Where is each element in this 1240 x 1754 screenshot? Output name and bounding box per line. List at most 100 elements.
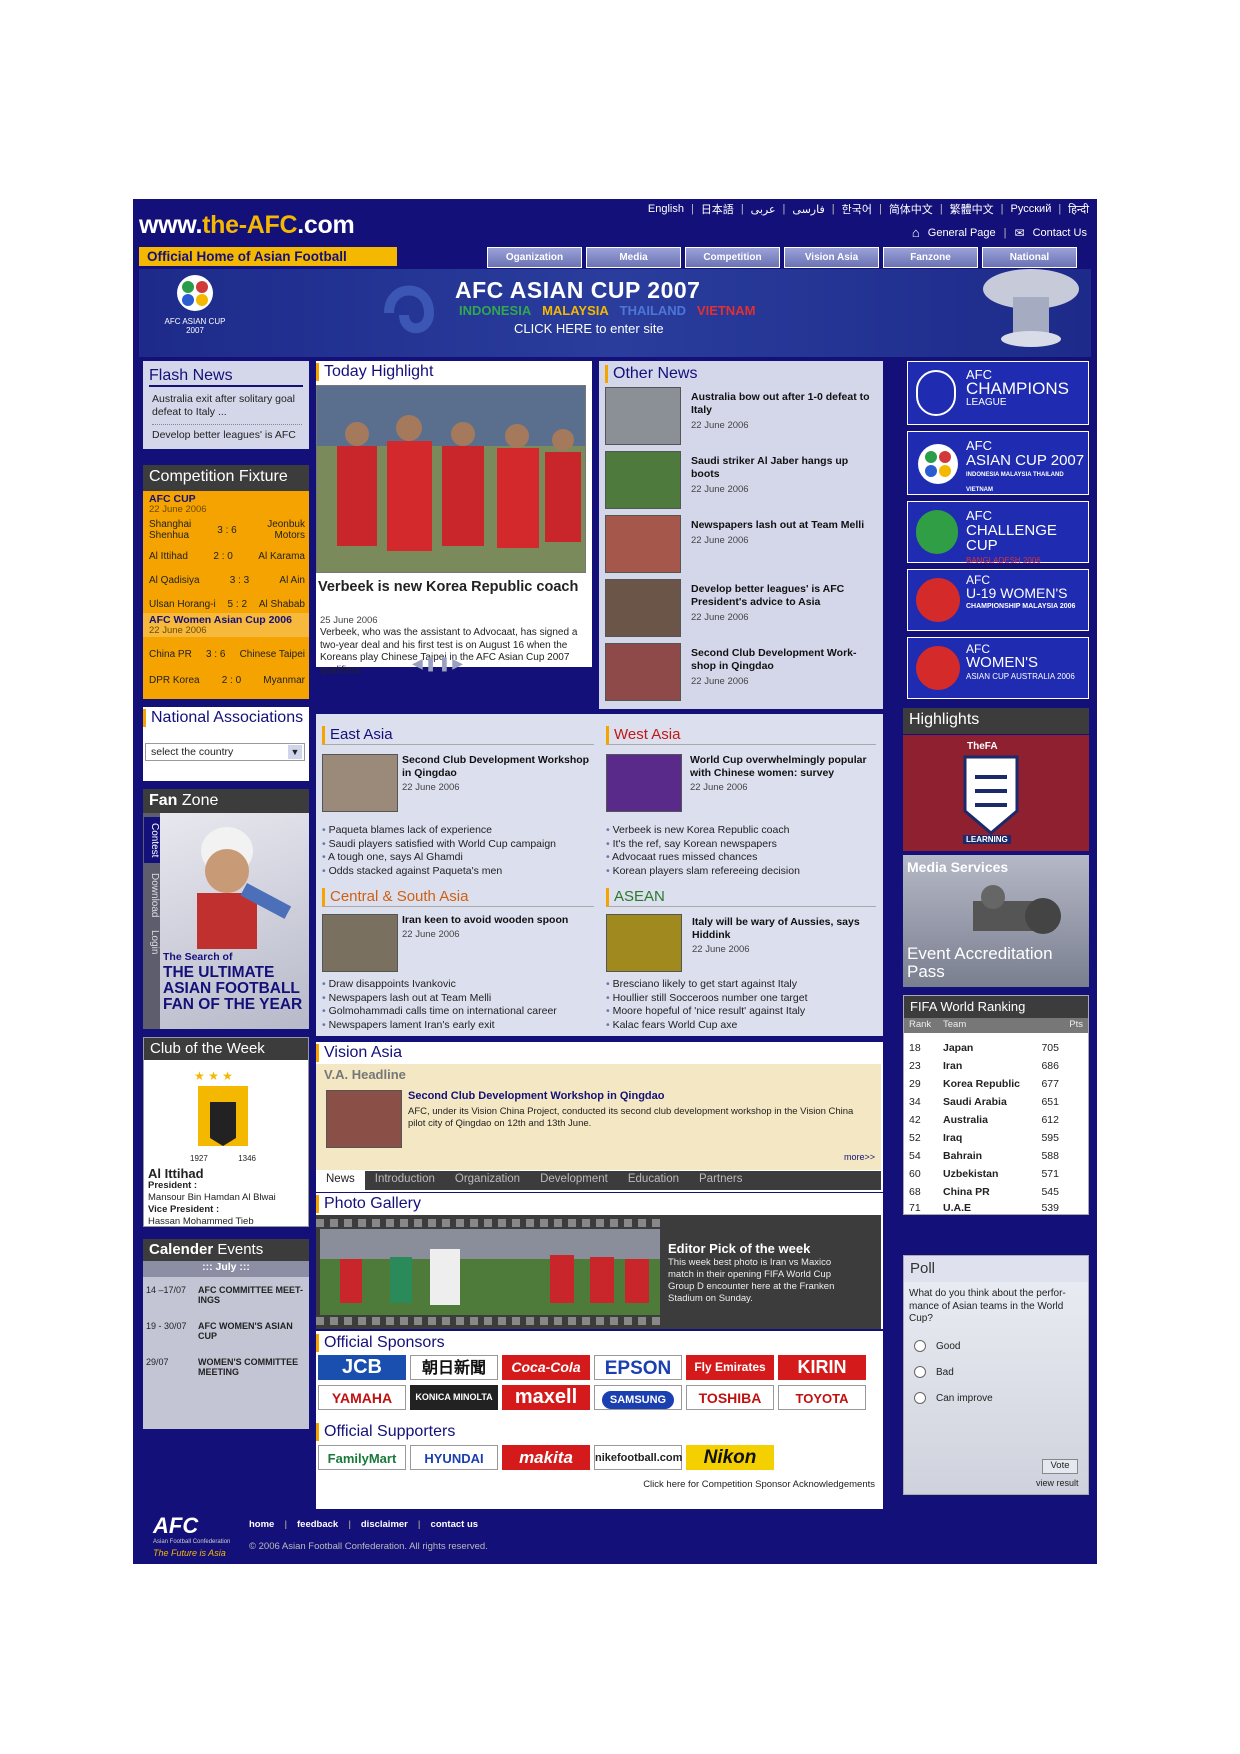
news-thumbnail[interactable]: [605, 515, 681, 573]
contact-us-link[interactable]: Contact Us: [1033, 227, 1087, 239]
region-news-item[interactable]: Saudi players satisfied with World Cup c…: [322, 838, 594, 852]
footer-home-link[interactable]: home: [249, 1519, 274, 1530]
tab-download[interactable]: Download: [144, 867, 160, 923]
u19-womens-logo[interactable]: AFC U-19 WOMEN'S CHAMPIONSHIP MALAYSIA 200…: [907, 569, 1089, 631]
sponsor-yamaha[interactable]: YAMAHA: [318, 1385, 406, 1410]
footer-contact-link[interactable]: contact us: [431, 1519, 479, 1530]
radio-can-improve[interactable]: [914, 1392, 926, 1404]
sponsor-asahi[interactable]: 朝日新聞: [410, 1355, 498, 1380]
next-icon[interactable]: ▶: [452, 655, 465, 671]
nav-media[interactable]: Media: [586, 247, 681, 268]
sponsor-maxell[interactable]: maxell: [502, 1385, 590, 1410]
region-news-item[interactable]: Korean players slam refereeing decision: [606, 865, 876, 879]
news-thumbnail[interactable]: [605, 579, 681, 637]
region-thumbnail[interactable]: [322, 754, 398, 812]
supporter-makita[interactable]: makita: [502, 1445, 590, 1470]
nav-national-association[interactable]: National Association: [982, 247, 1077, 282]
nav-competition[interactable]: Competition: [685, 247, 780, 268]
vision-tab-partners[interactable]: Partners: [689, 1171, 752, 1190]
vision-more-link[interactable]: more>>: [844, 1152, 875, 1162]
region-news-item[interactable]: Newspapers lash out at Team Melli: [322, 992, 594, 1006]
poll-option[interactable]: Can improve: [914, 1392, 993, 1404]
other-news-item[interactable]: Saudi striker Al Jaber hangs up boots 22 …: [691, 455, 875, 496]
gallery-photo[interactable]: [320, 1229, 660, 1315]
lang-simplified-chinese[interactable]: 简体中文: [889, 201, 933, 217]
supporter-familymart[interactable]: FamilyMart: [318, 1445, 406, 1470]
other-news-item[interactable]: Develop better leagues' is AFC President…: [691, 583, 875, 624]
region-news-item[interactable]: Bresciano likely to get start against It…: [606, 978, 876, 992]
supporter-nikon[interactable]: Nikon: [686, 1445, 774, 1470]
fanzone-panel[interactable]: Contest Download Login The Search of THE…: [143, 813, 309, 1029]
vision-thumbnail[interactable]: [326, 1090, 402, 1148]
region-news-item[interactable]: Golmohammadi calls time on international…: [322, 1005, 594, 1019]
other-news-item[interactable]: Newspapers lash out at Team Melli 22 June…: [691, 519, 875, 547]
poll-option[interactable]: Bad: [914, 1366, 954, 1378]
calendar-event[interactable]: 19 - 30/07 AFC WOMEN'S ASIAN CUP: [146, 1321, 306, 1341]
nav-fanzone[interactable]: Fanzone: [883, 247, 978, 268]
flash-news-item[interactable]: Develop better leagues' is AFC: [152, 429, 302, 442]
region-news-item[interactable]: Newspapers lament Iran's early exit: [322, 1019, 594, 1033]
banner-enter-link[interactable]: CLICK HERE to enter site: [514, 321, 664, 336]
fixture-row[interactable]: China PR 3 : 6 Chinese Taipei: [149, 645, 305, 663]
fixture-row[interactable]: DPR Korea 2 : 0 Myanmar: [149, 671, 305, 689]
fixture-row[interactable]: Shanghai Shenhua 3 : 6 Jeonbuk Motors: [149, 518, 305, 542]
other-news-item[interactable]: Australia bow out after 1-0 defeat to It…: [691, 391, 875, 432]
vision-headline[interactable]: Second Club Development Workshop in Qing…: [408, 1090, 664, 1102]
region-news-item[interactable]: Verbeek is new Korea Republic coach: [606, 824, 876, 838]
tab-contest[interactable]: Contest: [144, 817, 160, 863]
champions-league-logo[interactable]: AFC CHAMPIONS LEAGUE: [907, 361, 1089, 425]
media-services-panel[interactable]: Media Services Event Accreditation Pass: [903, 855, 1089, 987]
sponsor-toyota[interactable]: TOYOTA: [778, 1385, 866, 1410]
news-thumbnail[interactable]: [605, 643, 681, 701]
region-lead[interactable]: Italy will be wary of Aussies, says Hidd…: [692, 916, 876, 956]
event-accreditation-link[interactable]: Event Accreditation Pass: [907, 945, 1087, 981]
sponsor-konica-minolta[interactable]: KONICA MINOLTA: [410, 1385, 498, 1410]
site-title[interactable]: www.the-AFC.com: [139, 211, 355, 240]
region-lead[interactable]: Second Club Development Workshop in Qing…: [402, 754, 592, 794]
news-thumbnail[interactable]: [605, 451, 681, 509]
lang-farsi[interactable]: فارسی: [792, 203, 824, 216]
vision-tab-introduction[interactable]: Introduction: [365, 1171, 445, 1190]
region-news-item[interactable]: A tough one, says Al Ghamdi: [322, 851, 594, 865]
prev-icon[interactable]: ◀: [412, 655, 425, 671]
region-lead[interactable]: World Cup overwhelmingly popular with Ch…: [690, 754, 876, 794]
region-thumbnail[interactable]: [606, 914, 682, 972]
region-news-item[interactable]: Paqueta blames lack of experience: [322, 824, 594, 838]
general-page-link[interactable]: General Page: [928, 227, 996, 239]
today-headline[interactable]: Verbeek is new Korea Republic coach: [318, 579, 590, 596]
sponsor-coca-cola[interactable]: Coca-Cola: [502, 1355, 590, 1380]
lang-russian[interactable]: Русский: [1011, 203, 1052, 215]
sponsor-kirin[interactable]: KIRIN: [778, 1355, 866, 1380]
region-news-item[interactable]: Odds stacked against Paqueta's men: [322, 865, 594, 879]
lang-hindi[interactable]: हिन्दी: [1068, 202, 1089, 217]
lang-traditional-chinese[interactable]: 繁體中文: [950, 201, 994, 217]
asian-cup-2007-logo[interactable]: AFC ASIAN CUP 2007 INDONESIA MALAYSIA THAI…: [907, 431, 1089, 495]
sponsor-jcb[interactable]: JCB: [318, 1355, 406, 1380]
womens-asian-cup-logo[interactable]: AFC WOMEN'S ASIAN CUP AUSTRALIA 2006: [907, 637, 1089, 699]
country-select[interactable]: select the country ▼: [145, 743, 305, 761]
tab-login[interactable]: Login: [144, 927, 160, 957]
region-news-item[interactable]: Houllier still Socceroos number one targ…: [606, 992, 876, 1006]
vision-tab-education[interactable]: Education: [618, 1171, 689, 1190]
flash-news-item[interactable]: Australia exit after solitary goal defea…: [152, 393, 302, 425]
lang-english[interactable]: English: [648, 203, 684, 215]
sponsor-acknowledgements-link[interactable]: Click here for Competition Sponsor Ackno…: [643, 1479, 875, 1490]
sponsor-samsung[interactable]: SAMSUNG: [594, 1385, 682, 1410]
region-thumbnail[interactable]: [606, 754, 682, 812]
fa-learning-banner[interactable]: TheFA LEARNING: [903, 735, 1089, 851]
fixture-row[interactable]: Al Ittihad 2 : 0 Al Karama: [149, 547, 305, 565]
supporter-hyundai[interactable]: HYUNDAI: [410, 1445, 498, 1470]
challenge-cup-logo[interactable]: AFC CHALLENGE CUP BANGLADESH 2006: [907, 501, 1089, 565]
vision-tab-development[interactable]: Development: [530, 1171, 618, 1190]
other-news-item[interactable]: Second Club Development Work-shop in Qin…: [691, 647, 875, 688]
today-highlight-photo[interactable]: [316, 385, 586, 573]
supporter-nikefootball[interactable]: nikefootball.com: [594, 1445, 682, 1470]
asian-cup-banner[interactable]: AFC ASIAN CUP 2007 AFC ASIAN CUP 2007 IN…: [139, 269, 1091, 357]
lang-arabic[interactable]: عربی: [751, 203, 776, 216]
footer-disclaimer-link[interactable]: disclaimer: [361, 1519, 408, 1530]
region-news-item[interactable]: It's the ref, say Korean newspapers: [606, 838, 876, 852]
nav-organization[interactable]: Oganization: [487, 247, 582, 268]
calendar-event[interactable]: 29/07 WOMEN'S COMMITTEE MEETING: [146, 1357, 306, 1377]
region-news-item[interactable]: Kalac fears World Cup axe: [606, 1019, 876, 1033]
club-website-link[interactable]: www.alittihad.com.sa: [148, 1227, 244, 1238]
